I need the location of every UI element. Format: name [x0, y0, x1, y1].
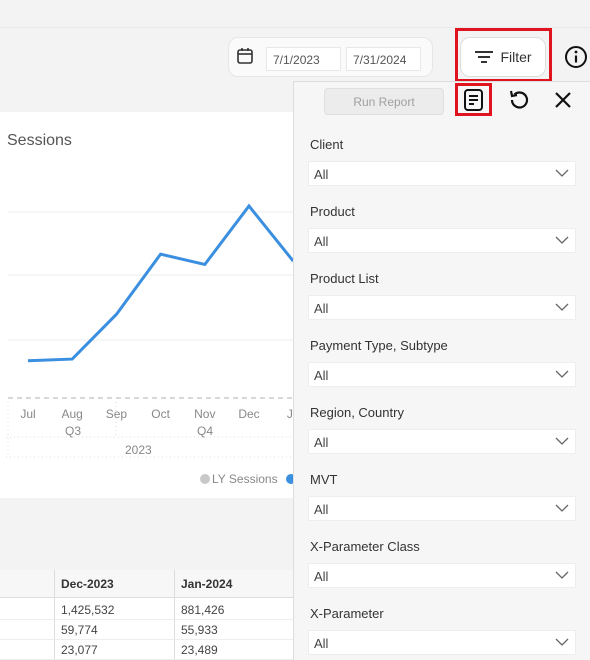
- filter-button[interactable]: Filter: [460, 37, 546, 77]
- date-range-picker: 7/1/2023 7/31/2024: [228, 37, 433, 77]
- chevron-down-icon: [555, 236, 569, 244]
- year-label: 2023: [125, 443, 152, 457]
- report-icon[interactable]: [463, 88, 485, 112]
- month-label: Jul: [20, 407, 36, 421]
- legend-label-ly: LY Sessions: [212, 472, 278, 486]
- filter-label: MVT: [310, 472, 338, 487]
- chevron-down-icon: [555, 437, 569, 445]
- filter-value: All: [314, 502, 329, 517]
- reset-icon[interactable]: [507, 88, 531, 112]
- filter-label: Product: [310, 204, 355, 219]
- table-cell: 23,077: [61, 643, 98, 657]
- month-label: Nov: [194, 407, 216, 421]
- data-table: Dec-2023 Jan-2024 1,425,532 881,426 59,774…: [0, 570, 300, 660]
- sessions-chart-card: Sessions JulAugSepOctNovDecJa Q3 Q4 2023…: [0, 112, 300, 498]
- chevron-down-icon: [555, 370, 569, 378]
- filter-value: All: [314, 569, 329, 584]
- table-cell: 55,933: [181, 623, 218, 637]
- sessions-chart: [6, 203, 300, 458]
- month-label: Aug: [61, 407, 83, 421]
- chart-legend: LY Sessions: [200, 472, 296, 486]
- table-cell: 59,774: [61, 623, 98, 637]
- filter-value: All: [314, 301, 329, 316]
- chevron-down-icon: [555, 169, 569, 177]
- filter-value: All: [314, 636, 329, 651]
- month-label: Dec: [238, 407, 260, 421]
- filter-value: All: [314, 234, 329, 249]
- chevron-down-icon: [555, 504, 569, 512]
- legend-marker-ly: [200, 474, 210, 484]
- month-label: Sep: [105, 407, 128, 421]
- quarter-label: Q3: [65, 424, 82, 438]
- info-icon[interactable]: [564, 45, 588, 69]
- chevron-down-icon: [555, 638, 569, 646]
- column-header: Jan-2024: [181, 577, 233, 591]
- chevron-down-icon: [555, 303, 569, 311]
- month-label: Oct: [151, 407, 170, 421]
- filter-label: Region, Country: [310, 405, 404, 420]
- filter-label: Product List: [310, 271, 379, 286]
- quarter-label: Q4: [197, 424, 214, 438]
- filter-dropdown[interactable]: All: [308, 295, 576, 320]
- end-date-input[interactable]: 7/31/2024: [346, 47, 421, 71]
- filter-dropdown[interactable]: All: [308, 362, 576, 387]
- filter-label: Payment Type, Subtype: [310, 338, 448, 353]
- filter-label: X-Parameter Class: [310, 539, 420, 554]
- filter-dropdown[interactable]: All: [308, 228, 576, 253]
- close-icon[interactable]: [554, 91, 572, 109]
- column-header: Dec-2023: [61, 577, 114, 591]
- filter-dropdown[interactable]: All: [308, 429, 576, 454]
- filter-label: Filter: [500, 49, 532, 65]
- sessions-line: [27, 203, 295, 363]
- filter-dropdown[interactable]: All: [308, 563, 576, 588]
- start-date-input[interactable]: 7/1/2023: [266, 47, 341, 71]
- table-cell: 23,489: [181, 643, 218, 657]
- filter-panel: Run Report Client All Product All Produc…: [293, 81, 590, 660]
- filter-label: Client: [310, 137, 344, 152]
- filter-label: X-Parameter: [310, 606, 384, 621]
- filter-dropdown[interactable]: All: [308, 496, 576, 521]
- filter-lines-icon: [475, 51, 494, 63]
- filter-dropdown[interactable]: All: [308, 161, 576, 186]
- filter-dropdown[interactable]: All: [308, 630, 576, 655]
- filter-value: All: [314, 368, 329, 383]
- filter-value: All: [314, 435, 329, 450]
- filter-value: All: [314, 167, 329, 182]
- table-cell: 1,425,532: [61, 603, 115, 617]
- calendar-icon[interactable]: [236, 47, 254, 65]
- chevron-down-icon: [555, 571, 569, 579]
- table-cell: 881,426: [181, 603, 225, 617]
- run-report-button[interactable]: Run Report: [324, 88, 444, 115]
